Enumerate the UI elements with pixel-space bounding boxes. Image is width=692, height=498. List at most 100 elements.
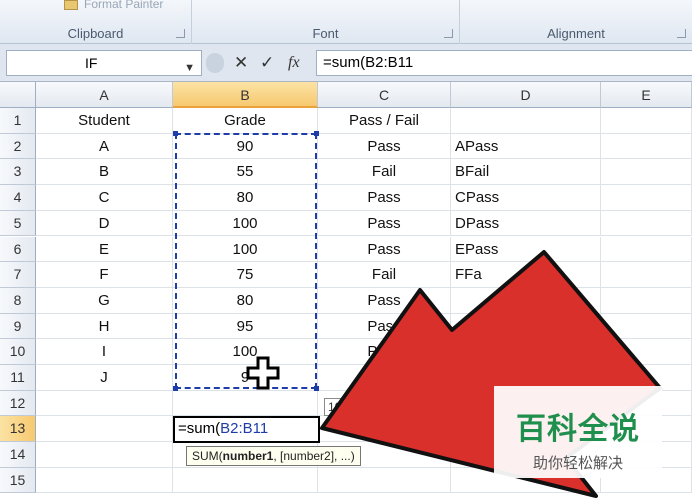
- pass-fail-cell[interactable]: Fail: [318, 262, 451, 288]
- enter-icon[interactable]: ✓: [260, 53, 274, 73]
- student-cell[interactable]: C: [36, 185, 173, 211]
- row-header-10[interactable]: 10: [0, 339, 36, 365]
- student-cell[interactable]: G: [36, 287, 173, 314]
- active-edit-cell[interactable]: =sum(B2:B11: [173, 416, 320, 443]
- dialog-launcher-icon[interactable]: [677, 29, 686, 38]
- pass-fail-cell[interactable]: P: [318, 365, 451, 391]
- cell[interactable]: [173, 467, 318, 494]
- cell[interactable]: [36, 390, 173, 417]
- student-cell[interactable]: H: [36, 313, 173, 340]
- row-header-12[interactable]: 12: [0, 390, 36, 417]
- concat-cell[interactable]: [451, 287, 601, 314]
- row-header-1[interactable]: 1: [0, 108, 36, 134]
- row-header-8[interactable]: 8: [0, 287, 36, 314]
- grade-cell[interactable]: 55: [173, 159, 318, 186]
- student-cell[interactable]: F: [36, 262, 173, 288]
- cross-cursor-icon: [246, 356, 280, 390]
- ribbon: Format Painter Clipboard Font Alignment: [0, 0, 692, 44]
- cell[interactable]: [36, 416, 173, 443]
- cell[interactable]: [451, 108, 601, 134]
- pass-fail-cell[interactable]: Pass: [318, 133, 451, 160]
- grade-cell[interactable]: 75: [173, 262, 318, 288]
- grade-cell[interactable]: 100: [173, 236, 318, 263]
- name-box[interactable]: IF ▼: [6, 50, 202, 76]
- tooltip-other-args: , [number2], ...): [273, 449, 355, 463]
- grade-cell[interactable]: 80: [173, 185, 318, 211]
- grade-cell[interactable]: 100: [173, 210, 318, 237]
- pass-fail-cell[interactable]: Pass: [318, 210, 451, 237]
- row-header-13[interactable]: 13: [0, 416, 36, 443]
- grade-cell[interactable]: 95: [173, 313, 318, 340]
- column-header-c[interactable]: C: [318, 82, 451, 108]
- edit-cell-prefix: =sum(: [178, 420, 221, 437]
- row-header-9[interactable]: 9: [0, 313, 36, 340]
- grade-cell[interactable]: 80: [173, 287, 318, 314]
- concat-cell[interactable]: EPass: [451, 236, 601, 263]
- concat-cell[interactable]: BFail: [451, 159, 601, 186]
- row-header-6[interactable]: 6: [0, 236, 36, 263]
- row-header-4[interactable]: 4: [0, 185, 36, 211]
- concat-cell[interactable]: DPass: [451, 210, 601, 237]
- dialog-launcher-icon[interactable]: [444, 29, 453, 38]
- cell[interactable]: [601, 159, 692, 186]
- dialog-launcher-icon[interactable]: [176, 29, 185, 38]
- ribbon-group-font: Font: [192, 0, 460, 44]
- pass-fail-cell[interactable]: Pass: [318, 236, 451, 263]
- cell[interactable]: [601, 339, 692, 365]
- student-cell[interactable]: A: [36, 133, 173, 160]
- column-header-d[interactable]: D: [451, 82, 601, 108]
- insert-function-icon[interactable]: fx: [288, 53, 300, 73]
- pass-fail-cell[interactable]: Pass: [318, 313, 451, 340]
- concat-cell[interactable]: [451, 339, 601, 365]
- select-all-corner[interactable]: [0, 82, 36, 108]
- tooltip-function[interactable]: SUM(: [192, 449, 223, 463]
- name-box-value: IF: [85, 55, 98, 71]
- concat-cell[interactable]: APass: [451, 133, 601, 160]
- ribbon-group-clipboard: Clipboard: [0, 0, 192, 44]
- cell[interactable]: [318, 467, 451, 494]
- formula-bar-grip[interactable]: [206, 53, 224, 73]
- student-cell[interactable]: E: [36, 236, 173, 263]
- pass-fail-cell[interactable]: Fail: [318, 159, 451, 186]
- ribbon-group-alignment: Alignment: [460, 0, 692, 44]
- cell[interactable]: [601, 210, 692, 237]
- row-header-7[interactable]: 7: [0, 262, 36, 288]
- cell[interactable]: [36, 442, 173, 468]
- pass-fail-cell[interactable]: Pass: [318, 185, 451, 211]
- row-header-11[interactable]: 11: [0, 365, 36, 391]
- row-header-15[interactable]: 15: [0, 467, 36, 494]
- student-cell[interactable]: D: [36, 210, 173, 237]
- concat-cell[interactable]: [451, 313, 601, 340]
- cell[interactable]: [318, 416, 451, 443]
- cell[interactable]: [601, 133, 692, 160]
- cell[interactable]: [601, 185, 692, 211]
- concat-cell[interactable]: FFa: [451, 262, 601, 288]
- cancel-icon[interactable]: ✕: [234, 53, 248, 73]
- cell[interactable]: [601, 262, 692, 288]
- cell[interactable]: [36, 467, 173, 494]
- ribbon-group-label: Font: [312, 26, 339, 41]
- cell[interactable]: [601, 287, 692, 314]
- row-header-3[interactable]: 3: [0, 159, 36, 186]
- pass-fail-cell[interactable]: Pass: [318, 287, 451, 314]
- student-cell[interactable]: I: [36, 339, 173, 365]
- student-cell[interactable]: B: [36, 159, 173, 186]
- grade-cell[interactable]: 90: [173, 133, 318, 160]
- formula-input[interactable]: =sum(B2:B11: [316, 50, 692, 76]
- chevron-down-icon[interactable]: ▼: [184, 56, 195, 80]
- column-header-a[interactable]: A: [36, 82, 173, 108]
- column-header-b[interactable]: B: [173, 82, 318, 108]
- row-header-2[interactable]: 2: [0, 133, 36, 160]
- cell[interactable]: [601, 313, 692, 340]
- row-header-5[interactable]: 5: [0, 210, 36, 237]
- header-cell-student[interactable]: Student: [36, 108, 173, 134]
- cell[interactable]: [601, 236, 692, 263]
- header-cell-grade[interactable]: Grade: [173, 108, 318, 134]
- pass-fail-cell[interactable]: Pass: [318, 339, 451, 365]
- header-cell-pass-fail[interactable]: Pass / Fail: [318, 108, 451, 134]
- concat-cell[interactable]: CPass: [451, 185, 601, 211]
- row-header-14[interactable]: 14: [0, 442, 36, 468]
- column-header-e[interactable]: E: [601, 82, 692, 108]
- cell[interactable]: [601, 108, 692, 134]
- student-cell[interactable]: J: [36, 365, 173, 391]
